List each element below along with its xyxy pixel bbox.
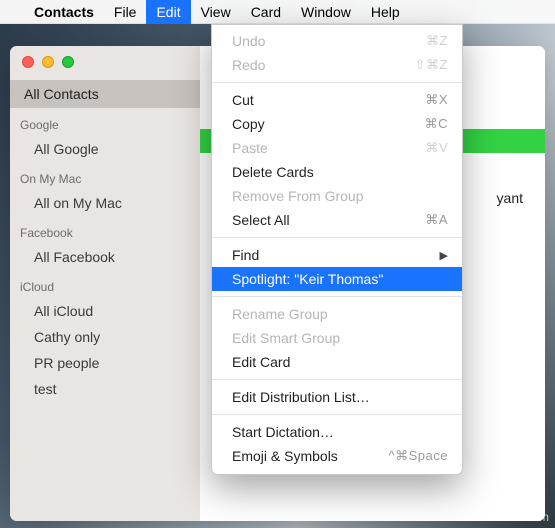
menu-item-shortcut: ^⌘Space [389, 448, 448, 464]
submenu-arrow-icon: ▶ [440, 249, 448, 262]
menu-item-shortcut: ⌘A [425, 212, 448, 228]
menu-item-cut[interactable]: Cut ⌘X [212, 88, 462, 112]
sidebar: All Contacts Google All Google On My Mac… [10, 46, 200, 521]
sidebar-item-all-icloud[interactable]: All iCloud [10, 298, 200, 324]
menu-item-label: Redo [232, 57, 265, 73]
edit-menu-dropdown: Undo ⌘Z Redo ⇧⌘Z Cut ⌘X Copy ⌘C Paste ⌘V Delete Ca… [211, 24, 463, 475]
menu-separator [212, 296, 462, 297]
sidebar-group-google: Google [10, 108, 200, 136]
menu-item-shortcut: ⌘Z [426, 33, 448, 49]
menu-separator [212, 379, 462, 380]
menu-item-label: Emoji & Symbols [232, 448, 338, 464]
menu-item-paste: Paste ⌘V [212, 136, 462, 160]
menu-item-label: Delete Cards [232, 164, 314, 180]
menubar-item-card[interactable]: Card [241, 0, 291, 24]
sidebar-group-on-my-mac: On My Mac [10, 162, 200, 190]
sidebar-item-cathy-only[interactable]: Cathy only [10, 324, 200, 350]
menubar-item-view[interactable]: View [191, 0, 241, 24]
menu-item-rename-group: Rename Group [212, 302, 462, 326]
menu-item-label: Find [232, 247, 259, 263]
contact-name-fragment: yant [497, 190, 523, 206]
sidebar-item-all-on-my-mac[interactable]: All on My Mac [10, 190, 200, 216]
menu-item-edit-card[interactable]: Edit Card [212, 350, 462, 374]
menu-item-undo: Undo ⌘Z [212, 29, 462, 53]
menu-item-label: Spotlight: "Keir Thomas" [232, 271, 383, 287]
sidebar-item-test[interactable]: test [10, 376, 200, 402]
menu-item-edit-distribution-list[interactable]: Edit Distribution List… [212, 385, 462, 409]
sidebar-group-facebook: Facebook [10, 216, 200, 244]
menubar-item-file[interactable]: File [104, 0, 147, 24]
menu-item-shortcut: ⌘V [425, 140, 448, 156]
menu-item-label: Rename Group [232, 306, 328, 322]
sidebar-item-all-google[interactable]: All Google [10, 136, 200, 162]
sidebar-item-pr-people[interactable]: PR people [10, 350, 200, 376]
sidebar-item-all-facebook[interactable]: All Facebook [10, 244, 200, 270]
menubar-item-window[interactable]: Window [291, 0, 361, 24]
menu-item-delete-cards[interactable]: Delete Cards [212, 160, 462, 184]
sidebar-group-icloud: iCloud [10, 270, 200, 298]
menu-item-edit-smart-group: Edit Smart Group [212, 326, 462, 350]
menu-item-label: Remove From Group [232, 188, 363, 204]
menu-separator [212, 414, 462, 415]
menu-item-redo: Redo ⇧⌘Z [212, 53, 462, 77]
menu-item-label: Paste [232, 140, 268, 156]
menu-item-shortcut: ⇧⌘Z [415, 57, 448, 73]
menu-item-copy[interactable]: Copy ⌘C [212, 112, 462, 136]
menu-item-start-dictation[interactable]: Start Dictation… [212, 420, 462, 444]
window-traffic-lights [22, 56, 74, 68]
menu-item-label: Edit Card [232, 354, 290, 370]
minimize-icon[interactable] [42, 56, 54, 68]
sidebar-item-all-contacts[interactable]: All Contacts [10, 80, 200, 108]
menu-item-shortcut: ⌘C [425, 116, 448, 132]
menu-item-label: Copy [232, 116, 265, 132]
menu-item-label: Start Dictation… [232, 424, 334, 440]
menu-item-label: Cut [232, 92, 254, 108]
menu-item-label: Undo [232, 33, 265, 49]
menu-item-label: Select All [232, 212, 290, 228]
menu-item-label: Edit Distribution List… [232, 389, 370, 405]
menu-item-find[interactable]: Find ▶ [212, 243, 462, 267]
menubar-item-edit[interactable]: Edit [146, 0, 190, 24]
menu-separator [212, 82, 462, 83]
menubar-app-name[interactable]: Contacts [24, 4, 104, 20]
zoom-icon[interactable] [62, 56, 74, 68]
menu-item-label: Edit Smart Group [232, 330, 340, 346]
menu-item-select-all[interactable]: Select All ⌘A [212, 208, 462, 232]
menubar-item-help[interactable]: Help [361, 0, 410, 24]
close-icon[interactable] [22, 56, 34, 68]
menu-item-emoji-symbols[interactable]: Emoji & Symbols ^⌘Space [212, 444, 462, 468]
menu-item-remove-from-group: Remove From Group [212, 184, 462, 208]
menu-separator [212, 237, 462, 238]
menu-item-spotlight-keir-thomas[interactable]: Spotlight: "Keir Thomas" [212, 267, 462, 291]
menu-item-shortcut: ⌘X [425, 92, 448, 108]
system-menubar: Contacts File Edit View Card Window Help [0, 0, 555, 24]
